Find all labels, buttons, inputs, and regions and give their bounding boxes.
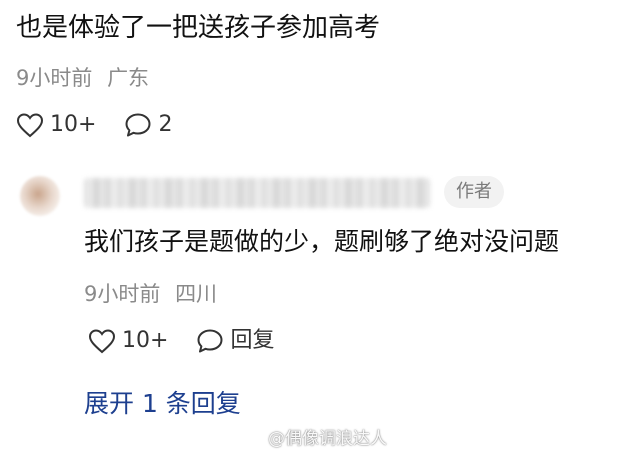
- reply-actions: 10+ 回复: [88, 326, 302, 356]
- post-actions: 10+ 2: [16, 110, 200, 140]
- heart-icon: [16, 113, 44, 138]
- author-badge: 作者: [444, 176, 504, 208]
- post-meta: 9小时前 广东: [16, 64, 149, 92]
- comment-icon: [125, 113, 151, 137]
- post-comment-button[interactable]: 2: [124, 110, 172, 140]
- post-location: 广东: [107, 66, 150, 90]
- reply-button[interactable]: 回复: [196, 326, 274, 356]
- avatar[interactable]: [20, 176, 60, 216]
- expand-replies-link[interactable]: 展开 1 条回复: [84, 387, 241, 421]
- post-text: 也是体验了一把送孩子参加高考: [16, 13, 381, 43]
- post-time: 9小时前: [16, 66, 93, 90]
- post-comment-count: 2: [158, 112, 173, 137]
- post-like-button[interactable]: 10+: [16, 110, 96, 140]
- reply-like-button[interactable]: 10+: [88, 326, 168, 356]
- reply-time: 9小时前: [84, 282, 161, 306]
- comment-icon: [197, 329, 223, 353]
- reply-location: 四川: [175, 282, 218, 306]
- reply-like-count: 10+: [122, 328, 169, 353]
- watermark-text: @偶像调浪达人: [268, 429, 387, 449]
- reply-text: 我们孩子是题做的少，题刷够了绝对没问题: [84, 227, 560, 256]
- watermark: @偶像调浪达人: [242, 424, 387, 449]
- reply-button-label: 回复: [230, 328, 275, 353]
- weibo-logo-icon: [242, 429, 263, 445]
- post-like-count: 10+: [50, 112, 97, 137]
- username-blurred[interactable]: [84, 178, 430, 208]
- reply-meta: 9小时前 四川: [84, 280, 217, 308]
- heart-icon: [88, 329, 116, 354]
